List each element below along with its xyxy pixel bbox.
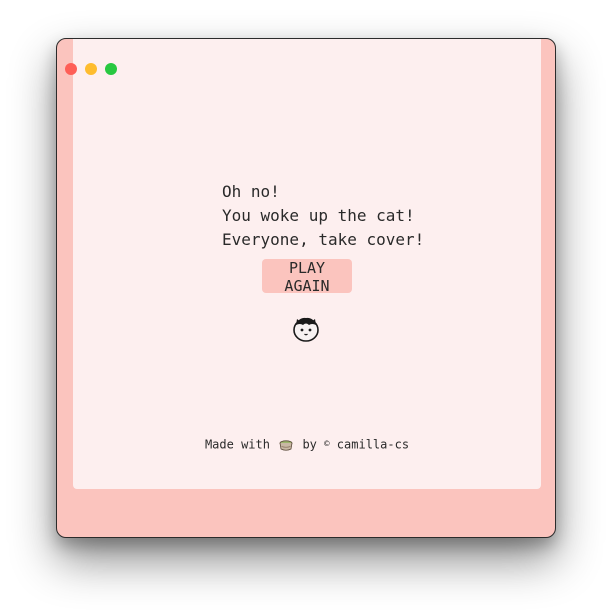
matcha-icon [279,439,293,451]
game-panel: Oh no! You woke up the cat! Everyone, ta… [73,39,541,489]
message-line-3: Everyone, take cover! [222,230,425,249]
footer-prefix: Made with [204,437,270,452]
message-line-1: Oh no! [222,182,280,201]
footer-by: by [302,437,317,452]
game-over-message: Oh no! You woke up the cat! Everyone, ta… [222,180,424,252]
footer-author-link[interactable]: camilla-cs [337,438,409,452]
cat-face-icon [293,317,319,342]
copyright-symbol: © [324,439,330,450]
footer-credit: Made with by © camilla-cs [73,437,541,452]
app-window: Oh no! You woke up the cat! Everyone, ta… [56,38,556,538]
window-controls [65,63,117,75]
message-line-2: You woke up the cat! [222,206,415,225]
maximize-window-button[interactable] [105,63,117,75]
close-window-button[interactable] [65,63,77,75]
stage: Oh no! You woke up the cat! Everyone, ta… [0,0,612,612]
play-again-button[interactable]: PLAY AGAIN [262,259,352,295]
minimize-window-button[interactable] [85,63,97,75]
